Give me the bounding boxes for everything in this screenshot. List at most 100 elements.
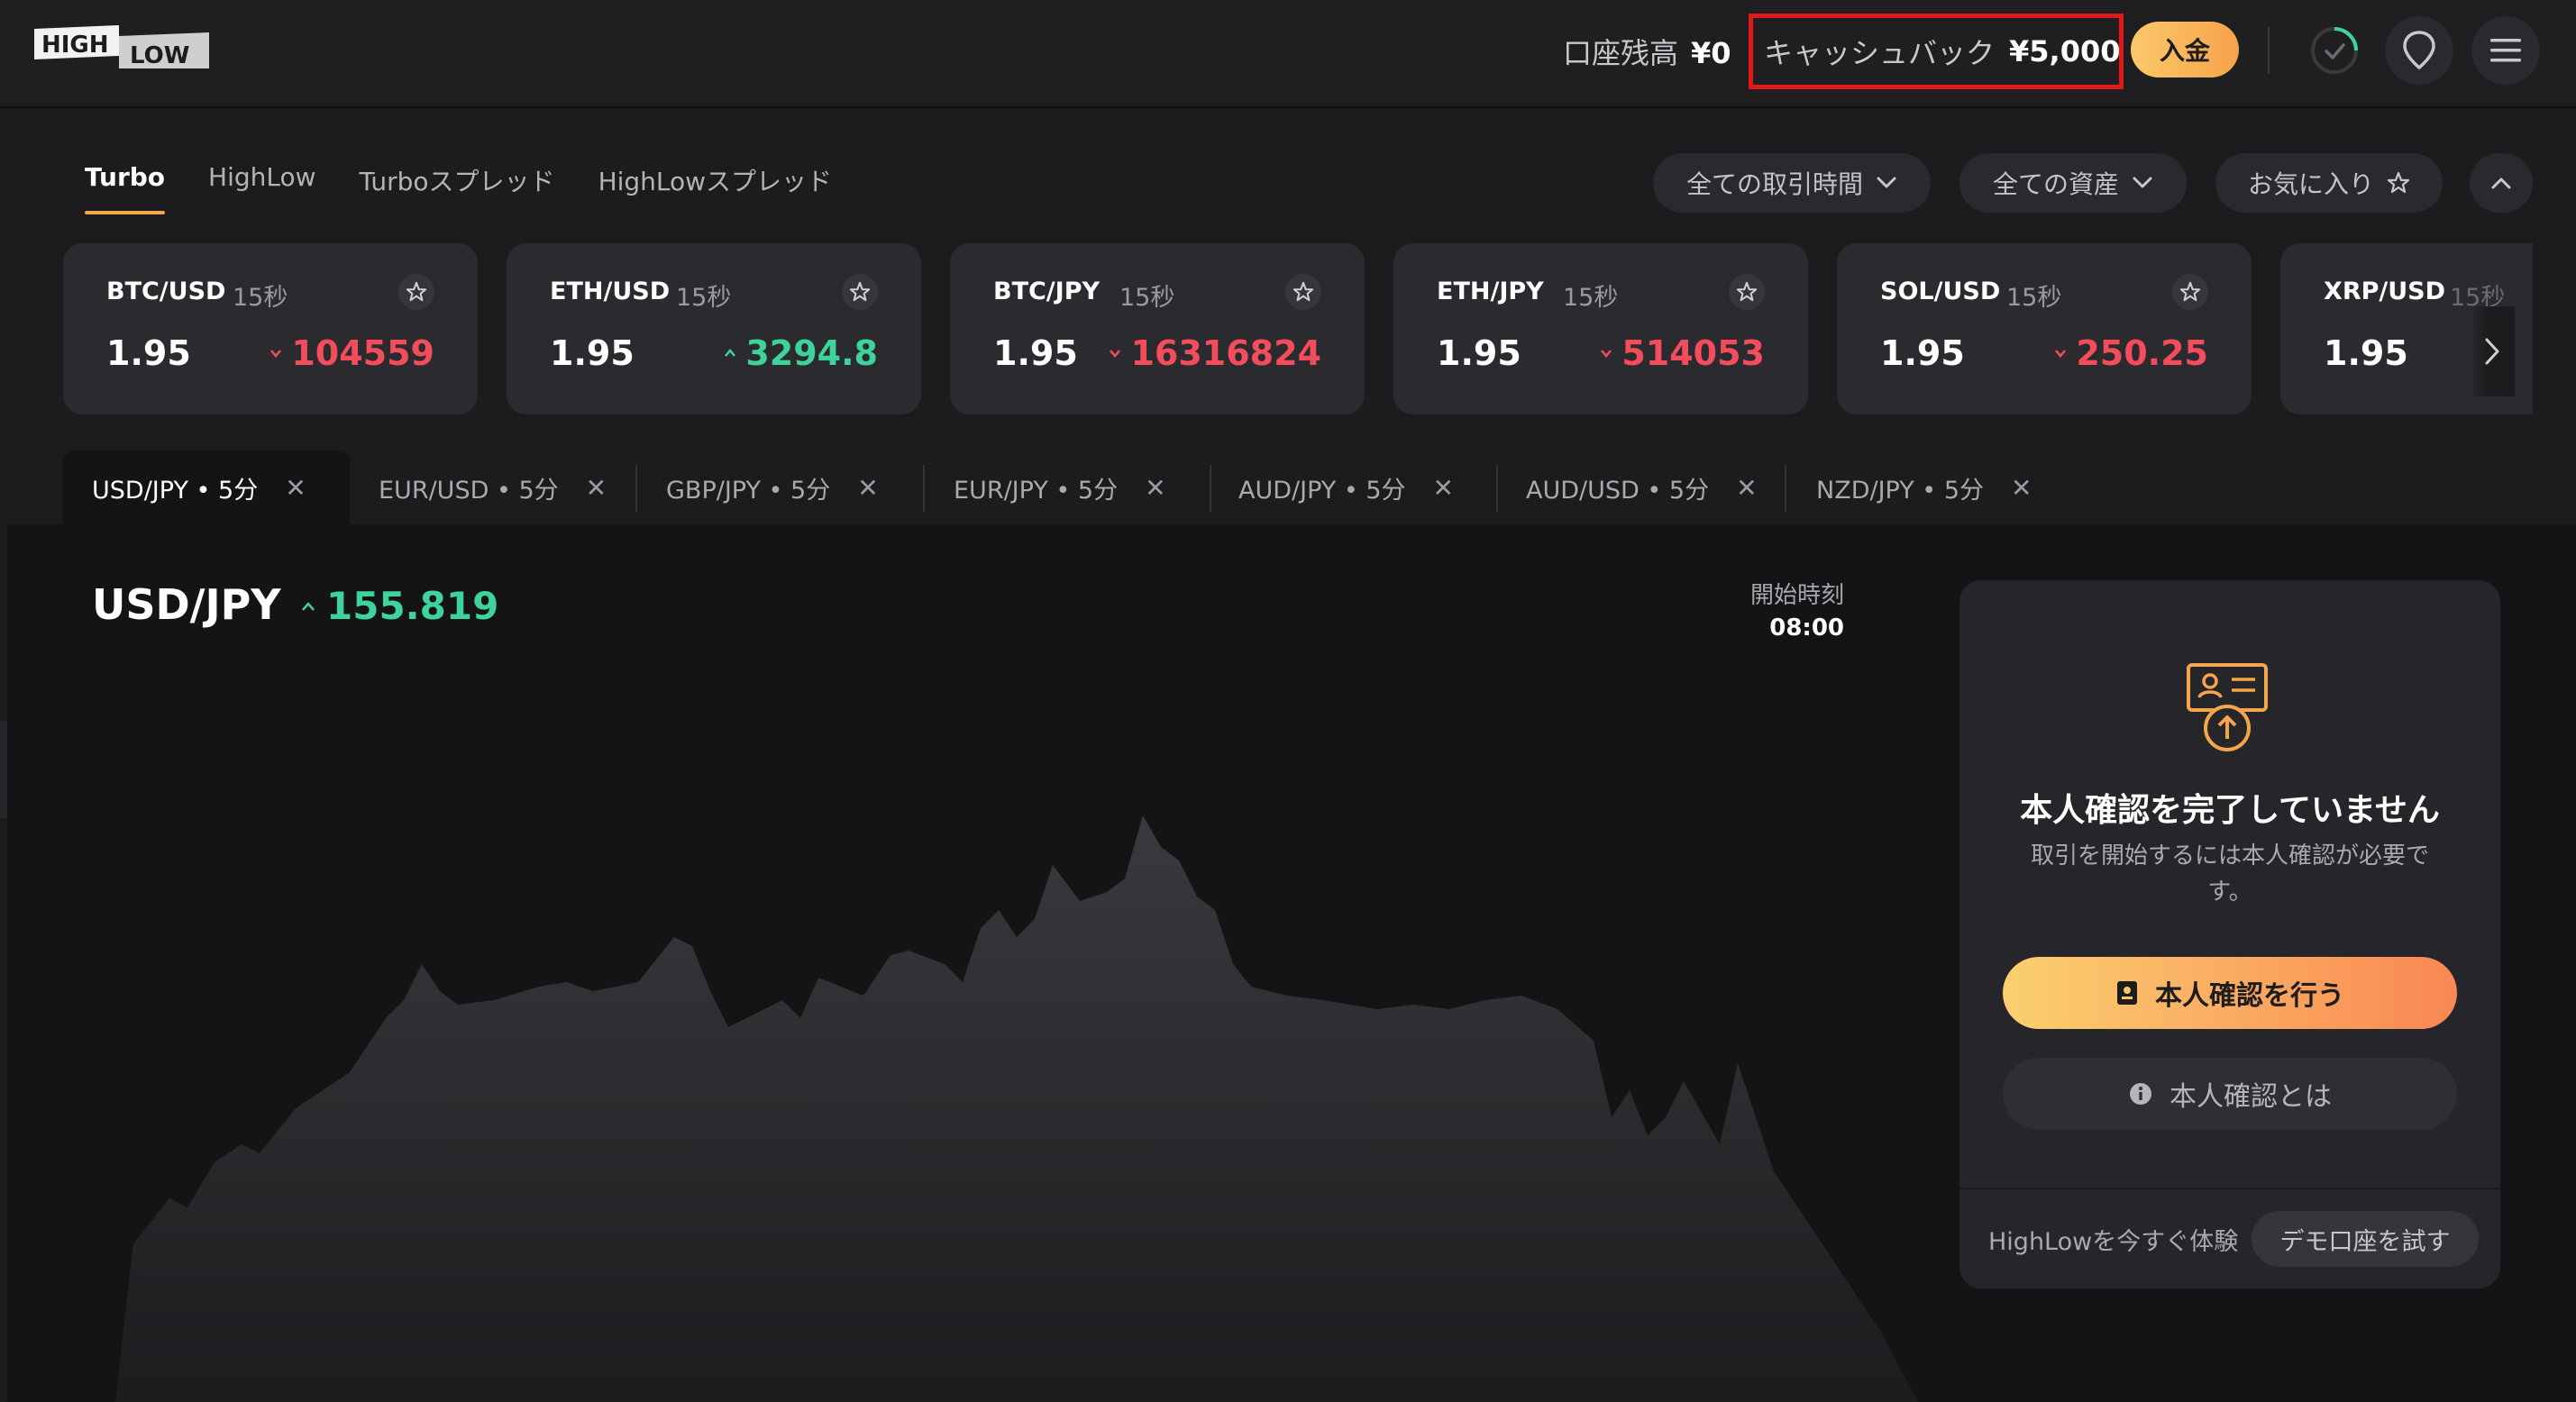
- chart-tab-label: USD/JPY • 5分: [92, 476, 259, 505]
- close-icon[interactable]: ✕: [285, 473, 306, 503]
- kyc-title: 本人確認を完了していません: [2020, 792, 2440, 829]
- asset-payout: 1.95: [993, 333, 1078, 373]
- tab-divider: [1785, 465, 1786, 512]
- asset-card[interactable]: BTC/JPY 15秒 1.95 16316824: [950, 243, 1365, 414]
- star-icon[interactable]: [1729, 274, 1765, 310]
- location-pin-icon[interactable]: [2385, 16, 2453, 85]
- chart-tab-label: EUR/JPY • 5分: [954, 476, 1119, 505]
- asset-pair: BTC/USD: [106, 278, 226, 305]
- account-balance: 口座残高 ¥0: [1563, 31, 1731, 72]
- chart-tab[interactable]: USD/JPY • 5分 ✕: [63, 451, 350, 524]
- close-icon[interactable]: ✕: [1145, 473, 1165, 503]
- chart-tab-label: EUR/USD • 5分: [379, 476, 559, 505]
- id-upload-icon: [2185, 661, 2275, 759]
- close-icon[interactable]: ✕: [586, 473, 607, 503]
- cashback-highlight: キャッシュバック ¥5,000: [1749, 14, 2124, 89]
- arrow-up-icon: [302, 601, 315, 611]
- product-tabs: Turbo HighLow Turboスプレッド HighLowスプレッド: [85, 162, 832, 214]
- try-demo-button[interactable]: デモ口座を試す: [2252, 1211, 2479, 1267]
- asset-card[interactable]: BTC/USD 15秒 1.95 104559: [63, 243, 478, 414]
- highlow-logo[interactable]: HIGH LOW: [32, 23, 213, 74]
- svg-text:HIGH: HIGH: [41, 32, 109, 59]
- asset-duration: 15秒: [233, 284, 288, 312]
- menu-icon[interactable]: [2471, 16, 2540, 85]
- asset-price-value: 16316824: [1130, 333, 1321, 373]
- asset-price: 250.25: [2054, 333, 2208, 373]
- tab-highlow[interactable]: HighLow: [208, 162, 316, 214]
- chart-tab[interactable]: AUD/USD • 5分 ✕: [1526, 451, 1758, 524]
- close-icon[interactable]: ✕: [1736, 473, 1757, 503]
- chart-price-value: 155.819: [326, 584, 499, 628]
- chart-tabs: USD/JPY • 5分 ✕ EUR/USD • 5分 ✕ GBP/JPY • 5分…: [0, 451, 2576, 524]
- asset-card[interactable]: SOL/USD 15秒 1.95 250.25: [1837, 243, 2252, 414]
- start-verification-button[interactable]: 本人確認を行う: [2003, 957, 2457, 1029]
- chevron-down-icon: [2133, 177, 2152, 188]
- asset-payout: 1.95: [1880, 333, 1965, 373]
- chevron-down-icon: [1877, 177, 1896, 188]
- chart-tab[interactable]: EUR/USD • 5分 ✕: [379, 451, 607, 524]
- close-icon[interactable]: ✕: [857, 473, 878, 503]
- star-icon[interactable]: [842, 274, 878, 310]
- chart-tab-label: GBP/JPY • 5分: [666, 476, 831, 505]
- star-icon[interactable]: [1285, 274, 1321, 310]
- asset-duration: 15秒: [676, 284, 732, 312]
- asset-price-value: 3294.8: [745, 333, 878, 373]
- favorites-filter-label: お気に入り: [2247, 169, 2374, 199]
- chart-tab[interactable]: NZD/JPY • 5分 ✕: [1816, 451, 2032, 524]
- header-divider: [2268, 27, 2270, 74]
- asset-pair: SOL/USD: [1880, 278, 2001, 305]
- close-icon[interactable]: ✕: [1433, 473, 1454, 503]
- arrow-down-icon: [1110, 350, 1121, 358]
- chevron-up-icon: [2491, 178, 2511, 189]
- trade-time-filter[interactable]: 全ての取引時間: [1653, 153, 1931, 213]
- svg-text:LOW: LOW: [130, 42, 189, 69]
- progress-check-icon[interactable]: [2300, 16, 2369, 85]
- start-verification-label: 本人確認を行う: [2155, 980, 2344, 1012]
- cashback-label: キャッシュバック: [1764, 36, 1996, 70]
- asset-card[interactable]: ETH/JPY 15秒 1.95 514053: [1393, 243, 1808, 414]
- deposit-button[interactable]: 入金: [2131, 22, 2239, 77]
- asset-duration: 15秒: [2006, 284, 2062, 312]
- favorites-filter[interactable]: お気に入り: [2215, 153, 2443, 213]
- chart-tab[interactable]: EUR/JPY • 5分 ✕: [954, 451, 1166, 524]
- chevron-right-icon: [2485, 338, 2499, 365]
- chart-tab-label: AUD/JPY • 5分: [1238, 476, 1406, 505]
- chart-current-price: 155.819: [301, 584, 498, 628]
- asset-duration: 15秒: [1119, 284, 1175, 312]
- tab-turbo-spread[interactable]: Turboスプレッド: [360, 162, 555, 214]
- asset-price: 3294.8: [724, 333, 878, 373]
- asset-pair: ETH/JPY: [1437, 278, 1544, 305]
- asset-price: 104559: [269, 333, 434, 373]
- cards-next-button[interactable]: [2470, 306, 2515, 396]
- balance-label: 口座残高: [1563, 36, 1679, 70]
- arrow-down-icon: [1601, 350, 1612, 358]
- top-header: HIGH LOW 口座残高 ¥0 キャッシュバック ¥5,000 入金: [0, 0, 2576, 108]
- close-icon[interactable]: ✕: [2011, 473, 2032, 503]
- star-icon[interactable]: [2172, 274, 2208, 310]
- start-time-value: 08:00: [1769, 615, 1844, 642]
- arrow-up-icon: [725, 349, 736, 357]
- asset-pair: BTC/JPY: [993, 278, 1101, 305]
- star-icon[interactable]: [398, 274, 434, 310]
- tab-highlow-spread[interactable]: HighLowスプレッド: [598, 162, 833, 214]
- arrow-down-icon: [2055, 350, 2067, 358]
- collapse-cards-button[interactable]: [2470, 153, 2533, 213]
- chart-tab[interactable]: GBP/JPY • 5分 ✕: [666, 451, 879, 524]
- chart-pair-title: USD/JPY: [92, 580, 281, 629]
- chart-tab-label: NZD/JPY • 5分: [1816, 476, 1984, 505]
- asset-filter[interactable]: 全ての資産: [1959, 153, 2187, 213]
- price-area-chart: [115, 815, 1918, 1402]
- asset-price-value: 250.25: [2076, 333, 2208, 373]
- what-is-verification-button[interactable]: 本人確認とは: [2003, 1058, 2457, 1130]
- asset-price-value: 514053: [1621, 333, 1765, 373]
- tab-divider: [923, 465, 925, 512]
- asset-pair: ETH/USD: [550, 278, 671, 305]
- chart-tab[interactable]: AUD/JPY • 5分 ✕: [1238, 451, 1454, 524]
- asset-card[interactable]: ETH/USD 15秒 1.95 3294.8: [507, 243, 921, 414]
- kyc-divider: [1959, 1188, 2500, 1189]
- tab-turbo[interactable]: Turbo: [85, 162, 166, 214]
- kyc-description: 取引を開始するには本人確認が必要です。: [2030, 842, 2429, 906]
- asset-payout: 1.95: [106, 333, 191, 373]
- tab-divider: [1210, 465, 1211, 512]
- trade-time-filter-label: 全ての取引時間: [1685, 169, 1863, 199]
